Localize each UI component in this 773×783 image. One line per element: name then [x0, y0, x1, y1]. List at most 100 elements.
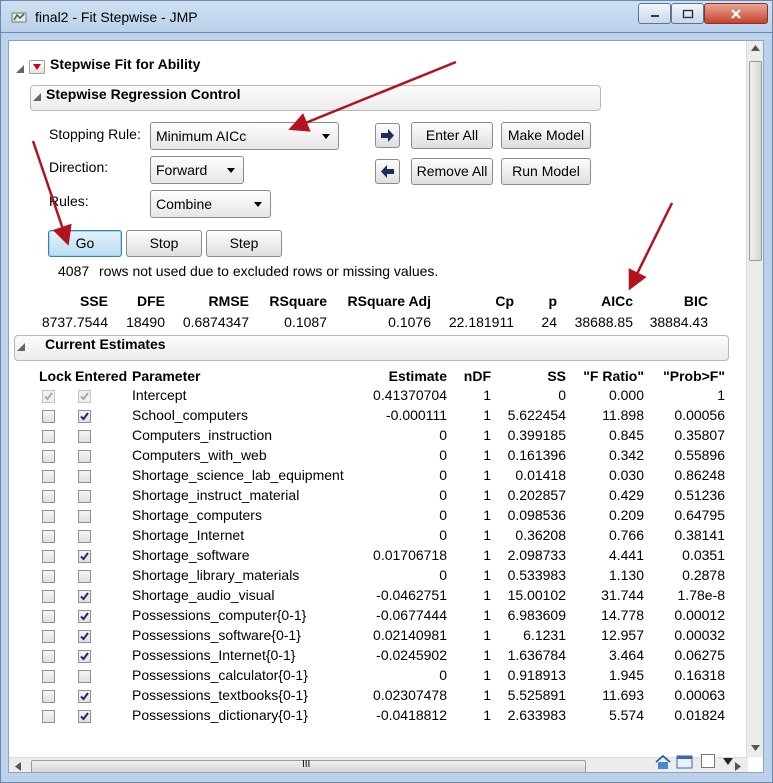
minimize-button[interactable] [638, 3, 671, 24]
entered-checkbox[interactable] [78, 670, 91, 683]
stats-value: 0.6874347 [182, 314, 249, 330]
vertical-scroll-thumb[interactable] [749, 61, 762, 261]
entered-checkbox[interactable] [78, 550, 91, 563]
table-row: Intercept 0.41370704 1 0 0.000 1 [9, 387, 739, 407]
enter-arrow-button[interactable] [375, 123, 400, 148]
lock-checkbox[interactable] [42, 530, 55, 543]
window-titlebar[interactable]: final2 - Fit Stepwise - JMP [0, 0, 773, 32]
rules-select[interactable]: Combine [150, 190, 271, 218]
chevron-down-icon [322, 134, 330, 139]
entered-checkbox[interactable] [78, 630, 91, 643]
prob-value: 0.00063 [674, 687, 725, 703]
vertical-scrollbar[interactable] [746, 41, 763, 757]
col-header-lock[interactable]: Lock [39, 368, 72, 384]
close-icon [731, 8, 741, 19]
f-ratio-value: 0.209 [608, 507, 644, 523]
make-model-button[interactable]: Make Model [501, 122, 591, 149]
ss-value: 6.1231 [523, 627, 566, 643]
table-row: Possessions_dictionary{0-1} -0.0418812 1 2.… [9, 707, 739, 727]
ss-value: 0.399185 [507, 427, 566, 443]
estimate-value: -0.0677444 [376, 607, 447, 623]
col-header-entered[interactable]: Entered [75, 368, 127, 384]
direction-select[interactable]: Forward [150, 156, 244, 184]
table-row: Shortage_Internet 0 1 0.36208 0.766 0.38141 [9, 527, 739, 547]
maximize-button[interactable] [671, 3, 704, 24]
parameter-name: Computers_instruction [132, 427, 273, 443]
control-disclosure-icon[interactable] [31, 91, 43, 103]
estimates-disclosure-icon[interactable] [15, 341, 27, 353]
scroll-up-icon[interactable] [751, 45, 760, 51]
entered-checkbox[interactable] [78, 710, 91, 723]
entered-checkbox[interactable] [78, 410, 91, 423]
lock-checkbox[interactable] [42, 710, 55, 723]
stop-button[interactable]: Stop [126, 230, 202, 257]
entered-checkbox[interactable] [78, 690, 91, 703]
stopping-rule-select[interactable]: Minimum AICc [150, 122, 339, 150]
home-icon[interactable] [654, 754, 672, 770]
stats-header: Cp [495, 293, 514, 309]
entered-checkbox[interactable] [78, 450, 91, 463]
entered-checkbox[interactable] [78, 510, 91, 523]
prob-value: 1 [717, 387, 725, 403]
f-ratio-value: 0.766 [608, 527, 644, 543]
lock-checkbox[interactable] [42, 490, 55, 503]
lock-checkbox[interactable] [42, 650, 55, 663]
parameter-name: Possessions_calculator{0-1} [132, 667, 308, 683]
entered-checkbox[interactable] [78, 470, 91, 483]
estimate-value: 0.41370704 [373, 387, 447, 403]
entered-checkbox[interactable] [78, 490, 91, 503]
table-row: Possessions_computer{0-1} -0.0677444 1 6.98… [9, 607, 739, 627]
parameter-name: Shortage_library_materials [132, 567, 300, 583]
run-model-button[interactable]: Run Model [501, 158, 591, 185]
estimate-value: 0 [439, 527, 447, 543]
lock-checkbox[interactable] [42, 550, 55, 563]
entered-checkbox[interactable] [78, 590, 91, 603]
lock-checkbox[interactable] [42, 470, 55, 483]
entered-checkbox[interactable] [78, 430, 91, 443]
arrow-to-aicc [628, 202, 674, 291]
lock-checkbox[interactable] [42, 690, 55, 703]
entered-checkbox[interactable] [78, 650, 91, 663]
window-list-icon[interactable] [676, 754, 694, 770]
chevron-down-icon[interactable] [723, 758, 733, 765]
enter-all-button[interactable]: Enter All [411, 122, 493, 149]
lock-checkbox[interactable] [42, 630, 55, 643]
go-button[interactable]: Go [48, 230, 122, 257]
lock-checkbox[interactable] [42, 590, 55, 603]
outline-disclosure-icon[interactable] [14, 63, 26, 75]
prob-value: 0.51236 [674, 487, 725, 503]
stats-header: DFE [137, 293, 165, 309]
prob-value: 0.86248 [674, 467, 725, 483]
close-window-button[interactable] [704, 3, 768, 24]
rules-label: Rules: [49, 193, 89, 209]
lock-checkbox[interactable] [42, 410, 55, 423]
stats-value: 0.1076 [388, 314, 431, 330]
step-button[interactable]: Step [206, 230, 282, 257]
ndf-value: 1 [483, 487, 491, 503]
entered-checkbox[interactable] [78, 610, 91, 623]
lock-checkbox[interactable] [42, 670, 55, 683]
ndf-value: 1 [483, 627, 491, 643]
parameter-name: Shortage_computers [132, 507, 262, 523]
f-ratio-value: 5.574 [608, 707, 644, 723]
entered-checkbox[interactable] [78, 530, 91, 543]
col-header-ss: SS [547, 368, 566, 384]
lock-checkbox[interactable] [42, 570, 55, 583]
table-row: Shortage_software 0.01706718 1 2.098733 4.44… [9, 547, 739, 567]
parameter-name: Possessions_Internet{0-1} [132, 647, 296, 663]
remove-all-button[interactable]: Remove All [411, 158, 493, 185]
status-checkbox[interactable] [701, 754, 715, 768]
window-title: final2 - Fit Stepwise - JMP [35, 9, 198, 25]
entered-checkbox[interactable] [78, 570, 91, 583]
lock-checkbox[interactable] [42, 430, 55, 443]
stopping-rule-label: Stopping Rule: [49, 126, 141, 142]
red-triangle-menu[interactable] [29, 60, 45, 74]
excluded-rows-count: 4087 [58, 263, 90, 279]
chevron-down-icon [254, 202, 262, 207]
lock-checkbox[interactable] [42, 510, 55, 523]
excluded-rows-message: rows not used due to excluded rows or mi… [99, 263, 439, 279]
lock-checkbox[interactable] [42, 610, 55, 623]
col-header-ndf: nDF [463, 368, 491, 384]
lock-checkbox[interactable] [42, 450, 55, 463]
remove-arrow-button[interactable] [375, 159, 400, 184]
